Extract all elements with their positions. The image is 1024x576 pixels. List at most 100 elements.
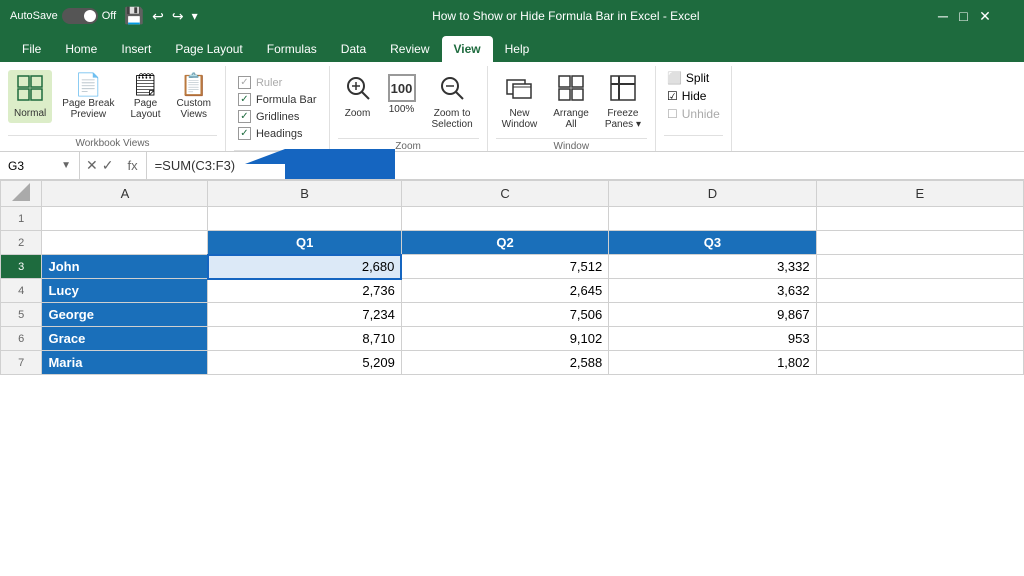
tab-view[interactable]: View [442,36,493,62]
arrange-all-button[interactable]: ArrangeAll [547,70,595,134]
cell-b6[interactable]: 8,710 [208,327,402,351]
formula-bar-checkbox[interactable]: ✓ [238,93,251,106]
cell-c3[interactable]: 7,512 [401,255,608,279]
tab-insert[interactable]: Insert [109,36,163,62]
tab-formulas[interactable]: Formulas [255,36,329,62]
page-layout-button[interactable]: 🗒 PageLayout [125,70,167,124]
autosave-toggle[interactable]: AutoSave Off [10,8,116,24]
tab-data[interactable]: Data [329,36,378,62]
table-row: 2 Q1 Q2 Q3 [1,231,1024,255]
window-controls: ─ □ ✕ [934,8,1014,25]
zoom-to-selection-button[interactable]: Zoom toSelection [426,70,479,134]
cell-b7[interactable]: 5,209 [208,351,402,375]
cell-b3[interactable]: 2,680 [208,255,402,279]
freeze-panes-button[interactable]: FreezePanes ▾ [599,70,647,134]
name-box[interactable]: G3 ▼ [0,152,80,179]
corner-header [1,181,42,207]
hide-label: Hide [682,89,707,103]
cell-c4[interactable]: 2,645 [401,279,608,303]
zoom-100-button[interactable]: 100 100% [382,70,422,119]
cell-c5[interactable]: 7,506 [401,303,608,327]
zoom-100-icon: 100 [388,74,416,102]
fx-label: fx [119,152,146,179]
cell-e1[interactable] [816,207,1023,231]
ruler-row[interactable]: ✓ Ruler [238,76,317,89]
cell-d4[interactable]: 3,632 [609,279,816,303]
cell-b2[interactable]: Q1 [208,231,402,255]
window-left-items: NewWindow ArrangeAll [496,66,647,138]
page-break-preview-button[interactable]: 📄 Page BreakPreview [56,70,120,124]
headings-checkbox[interactable]: ✓ [238,127,251,140]
cell-d3[interactable]: 3,332 [609,255,816,279]
new-window-button[interactable]: NewWindow [496,70,544,134]
cell-a5[interactable]: George [42,303,208,327]
formula-bar-row[interactable]: ✓ Formula Bar [238,93,317,106]
cell-d7[interactable]: 1,802 [609,351,816,375]
formula-icons: ✕ ✓ [80,157,119,174]
cell-c6[interactable]: 9,102 [401,327,608,351]
custom-views-button[interactable]: 📋 CustomViews [171,70,217,124]
cell-b4[interactable]: 2,736 [208,279,402,303]
cell-e7[interactable] [816,351,1023,375]
cell-e2[interactable] [816,231,1023,255]
maximize-icon[interactable]: □ [959,8,967,24]
toggle-knob [84,10,96,22]
zoom-icon [344,74,372,106]
cell-d2[interactable]: Q3 [609,231,816,255]
cell-c7[interactable]: 2,588 [401,351,608,375]
autosave-switch[interactable] [62,8,98,24]
minimize-icon[interactable]: ─ [938,8,948,24]
gridlines-row[interactable]: ✓ Gridlines [238,110,317,123]
tab-page-layout[interactable]: Page Layout [163,36,254,62]
cell-b5[interactable]: 7,234 [208,303,402,327]
cell-a7[interactable]: Maria [42,351,208,375]
arrange-all-label: ArrangeAll [553,108,589,130]
col-header-e[interactable]: E [816,181,1023,207]
split-button[interactable]: ⬜ Split [664,70,712,86]
gridlines-checkbox[interactable]: ✓ [238,110,251,123]
tab-home[interactable]: Home [53,36,109,62]
headings-row[interactable]: ✓ Headings [238,127,317,140]
cell-e6[interactable] [816,327,1023,351]
cell-c1[interactable] [401,207,608,231]
ruler-checkbox[interactable]: ✓ [238,76,251,89]
close-icon[interactable]: ✕ [979,8,991,24]
cell-a6[interactable]: Grace [42,327,208,351]
cell-d6[interactable]: 953 [609,327,816,351]
unhide-button[interactable]: ☐ Unhide [664,106,723,122]
tab-help[interactable]: Help [493,36,542,62]
tab-review[interactable]: Review [378,36,441,62]
zoom-100-label: 100% [389,104,415,115]
col-header-a[interactable]: A [42,181,208,207]
col-header-c[interactable]: C [401,181,608,207]
table-row: 3 John 2,680 7,512 3,332 [1,255,1024,279]
undo-icon[interactable]: ↩ [152,8,164,25]
split-icon: ⬜ [667,71,682,85]
table-row: 7 Maria 5,209 2,588 1,802 [1,351,1024,375]
col-header-d[interactable]: D [609,181,816,207]
confirm-formula-icon[interactable]: ✓ [102,157,114,174]
name-box-dropdown[interactable]: ▼ [61,160,71,171]
cell-a3[interactable]: John [42,255,208,279]
cell-c2[interactable]: Q2 [401,231,608,255]
zoom-button[interactable]: Zoom [338,70,378,123]
cell-e4[interactable] [816,279,1023,303]
headings-label: Headings [256,128,302,140]
cell-a2[interactable] [42,231,208,255]
save-icon[interactable]: 💾 [124,6,144,26]
cell-d1[interactable] [609,207,816,231]
title-bar-left: AutoSave Off 💾 ↩ ↪ ▾ [10,6,198,26]
cancel-formula-icon[interactable]: ✕ [86,157,98,174]
autosave-label: AutoSave [10,10,58,22]
col-header-b[interactable]: B [208,181,402,207]
hide-button[interactable]: ☑ Hide [664,88,709,104]
cell-b1[interactable] [208,207,402,231]
cell-e3[interactable] [816,255,1023,279]
cell-d5[interactable]: 9,867 [609,303,816,327]
redo-icon[interactable]: ↪ [172,8,184,25]
cell-e5[interactable] [816,303,1023,327]
cell-a4[interactable]: Lucy [42,279,208,303]
cell-a1[interactable] [42,207,208,231]
tab-file[interactable]: File [10,36,53,62]
normal-view-button[interactable]: Normal [8,70,52,123]
